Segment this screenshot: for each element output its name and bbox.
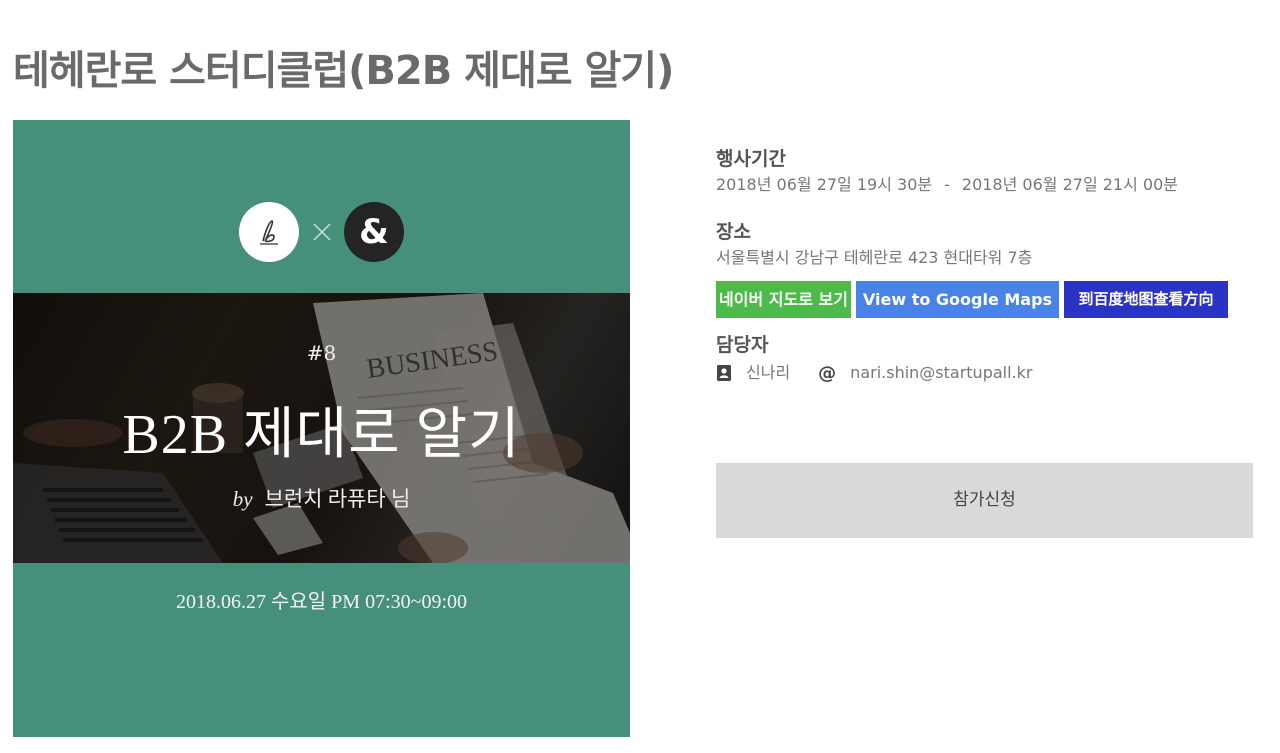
period-separator: -	[944, 175, 950, 194]
poster-date: 2018.06.27 수요일 PM 07:30~09:00	[175, 591, 468, 613]
poster-photo: BUSINESS #8 B2B 제대로 알기 by 브런치 라퓨타 님	[13, 293, 630, 563]
by-label: by	[232, 487, 253, 511]
baidu-map-button[interactable]: 到百度地图查看方向	[1064, 281, 1228, 318]
episode-number: #8	[306, 341, 337, 365]
poster-headline: B2B 제대로 알기	[122, 404, 521, 466]
contact-row: 신나리 @ nari.shin@startupall.kr	[716, 361, 1060, 385]
contact-label: 담당자	[716, 334, 769, 356]
page-title: 테헤란로 스터디클럽(B2B 제대로 알기)	[13, 48, 674, 94]
partner-logos: &	[13, 202, 630, 262]
naver-map-button[interactable]: 네이버 지도로 보기	[716, 281, 851, 318]
period-label: 행사기간	[716, 148, 786, 170]
ampersand-logo: &	[344, 202, 404, 262]
event-contact: 담당자 신나리 @ nari.shin@startupall.kr	[716, 331, 1060, 385]
place-label: 장소	[716, 221, 751, 243]
contact-email[interactable]: nari.shin@startupall.kr	[850, 361, 1032, 385]
pen-b-icon	[260, 220, 278, 245]
poster-byline: by 브런치 라퓨타 님	[13, 483, 630, 513]
contact-card-icon	[717, 365, 731, 381]
period-value: 2018년 06월 27일 19시 30분 -2018년 06월 27일 21시 …	[716, 173, 1178, 197]
apply-button[interactable]: 참가신청	[716, 463, 1253, 538]
place-value: 서울특별시 강남구 테헤란로 423 현대타워 7층	[716, 248, 1033, 267]
ampersand-logo-glyph: &	[359, 212, 389, 252]
brunch-logo	[239, 202, 299, 262]
map-buttons: 네이버 지도로 보기 View to Google Maps 到百度地图查看方向	[716, 281, 1228, 318]
contact-name: 신나리	[746, 363, 791, 382]
cross-icon	[313, 223, 331, 241]
period-end: 2018년 06월 27일 21시 00분	[961, 175, 1178, 194]
google-maps-button[interactable]: View to Google Maps	[856, 281, 1059, 318]
event-poster: & BUSINESS #8 B2B 제대로 알기 by 브런치 라퓨타 님 20…	[13, 120, 630, 737]
period-start: 2018년 06월 27일 19시 30분	[716, 175, 933, 194]
at-sign-icon: @	[818, 362, 837, 384]
event-period: 행사기간 2018년 06월 27일 19시 30분 -2018년 06월 27일…	[716, 145, 1178, 197]
event-place: 장소 서울특별시 강남구 테헤란로 423 현대타워 7층	[716, 218, 1032, 270]
speaker-name: 브런치 라퓨타 님	[264, 487, 411, 511]
